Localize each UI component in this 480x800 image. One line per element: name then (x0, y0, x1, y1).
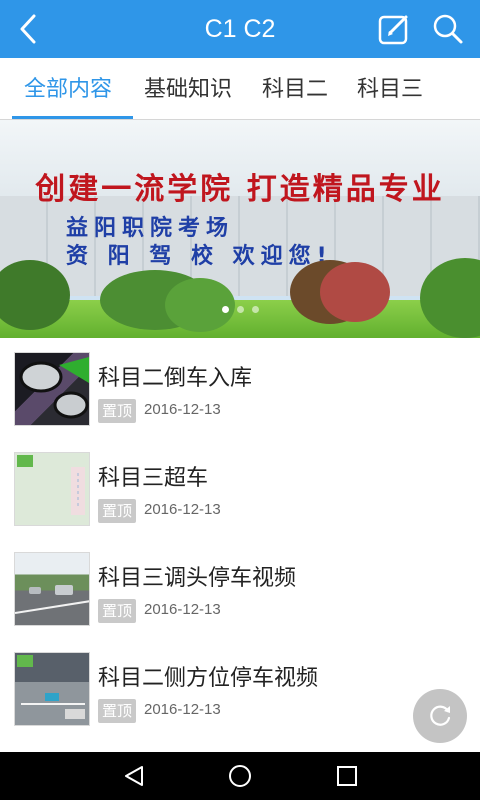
tab-subject-three[interactable]: 科目三 (357, 58, 423, 120)
refresh-button[interactable] (413, 689, 467, 743)
refresh-icon (430, 705, 451, 726)
road-thumb-icon (15, 585, 89, 614)
carousel-dots (0, 306, 480, 314)
nav-recents-button[interactable] (317, 756, 377, 796)
back-button[interactable] (8, 9, 48, 49)
diagram-thumb-icon (17, 455, 85, 515)
tab-all-content[interactable]: 全部内容 (24, 58, 112, 120)
pinned-badge: 置顶 (98, 399, 136, 423)
system-navigation-bar (0, 752, 480, 800)
pinned-badge: 置顶 (98, 699, 136, 723)
thumbnail-image (14, 452, 90, 526)
pinned-badge: 置顶 (98, 599, 136, 623)
list-item-date: 2016-12-13 (144, 601, 221, 618)
chevron-left-icon (20, 14, 36, 44)
category-tabs: 全部内容 基础知识 科目二 科目三 (0, 58, 480, 120)
top-app-bar: C1 C2 (0, 0, 480, 58)
banner-slogan: 创建一流学院 打造精品专业 (35, 172, 445, 207)
list-item-title: 科目三调头停车视频 (98, 566, 297, 591)
nav-home-button[interactable] (210, 756, 270, 796)
tab-basic-knowledge[interactable]: 基础知识 (144, 58, 232, 120)
thumbnail-image (14, 552, 90, 626)
mirror-view-icon (19, 357, 89, 419)
pinned-badge: 置顶 (98, 499, 136, 523)
list-item-title: 科目三超车 (98, 466, 209, 491)
carousel-dot[interactable] (236, 306, 244, 313)
list-item-date: 2016-12-13 (144, 501, 221, 518)
parking-thumb-icon (17, 655, 85, 719)
list-item[interactable]: 科目三调头停车视频 置顶 2016-12-13 (0, 538, 480, 638)
nav-back-button[interactable] (104, 756, 164, 796)
thumbnail-image (14, 652, 90, 726)
circle-home-icon (229, 765, 251, 787)
active-tab-indicator (12, 116, 133, 119)
list-item[interactable]: 科目三超车 置顶 2016-12-13 (0, 438, 480, 538)
edit-button[interactable] (374, 9, 414, 49)
list-item[interactable]: 科目二侧方位停车视频 置顶 2016-12-13 (0, 638, 480, 738)
search-icon (433, 14, 463, 44)
thumbnail-image (14, 352, 90, 426)
list-item-date: 2016-12-13 (144, 401, 221, 418)
carousel-dot[interactable] (251, 306, 259, 313)
tab-subject-two[interactable]: 科目二 (262, 58, 328, 120)
search-button[interactable] (428, 9, 468, 49)
banner-sign-line2: 资 阳 驾 校 欢迎您! (66, 244, 333, 269)
edit-icon (378, 15, 408, 45)
list-item-title: 科目二倒车入库 (98, 366, 253, 391)
banner-bush (165, 278, 235, 332)
square-recents-icon (337, 766, 357, 786)
triangle-back-icon (125, 766, 143, 786)
carousel-dot[interactable] (221, 306, 229, 313)
list-item-date: 2016-12-13 (144, 701, 221, 718)
list-item[interactable]: 科目二倒车入库 置顶 2016-12-13 (0, 338, 480, 438)
list-item-title: 科目二侧方位停车视频 (98, 666, 319, 691)
